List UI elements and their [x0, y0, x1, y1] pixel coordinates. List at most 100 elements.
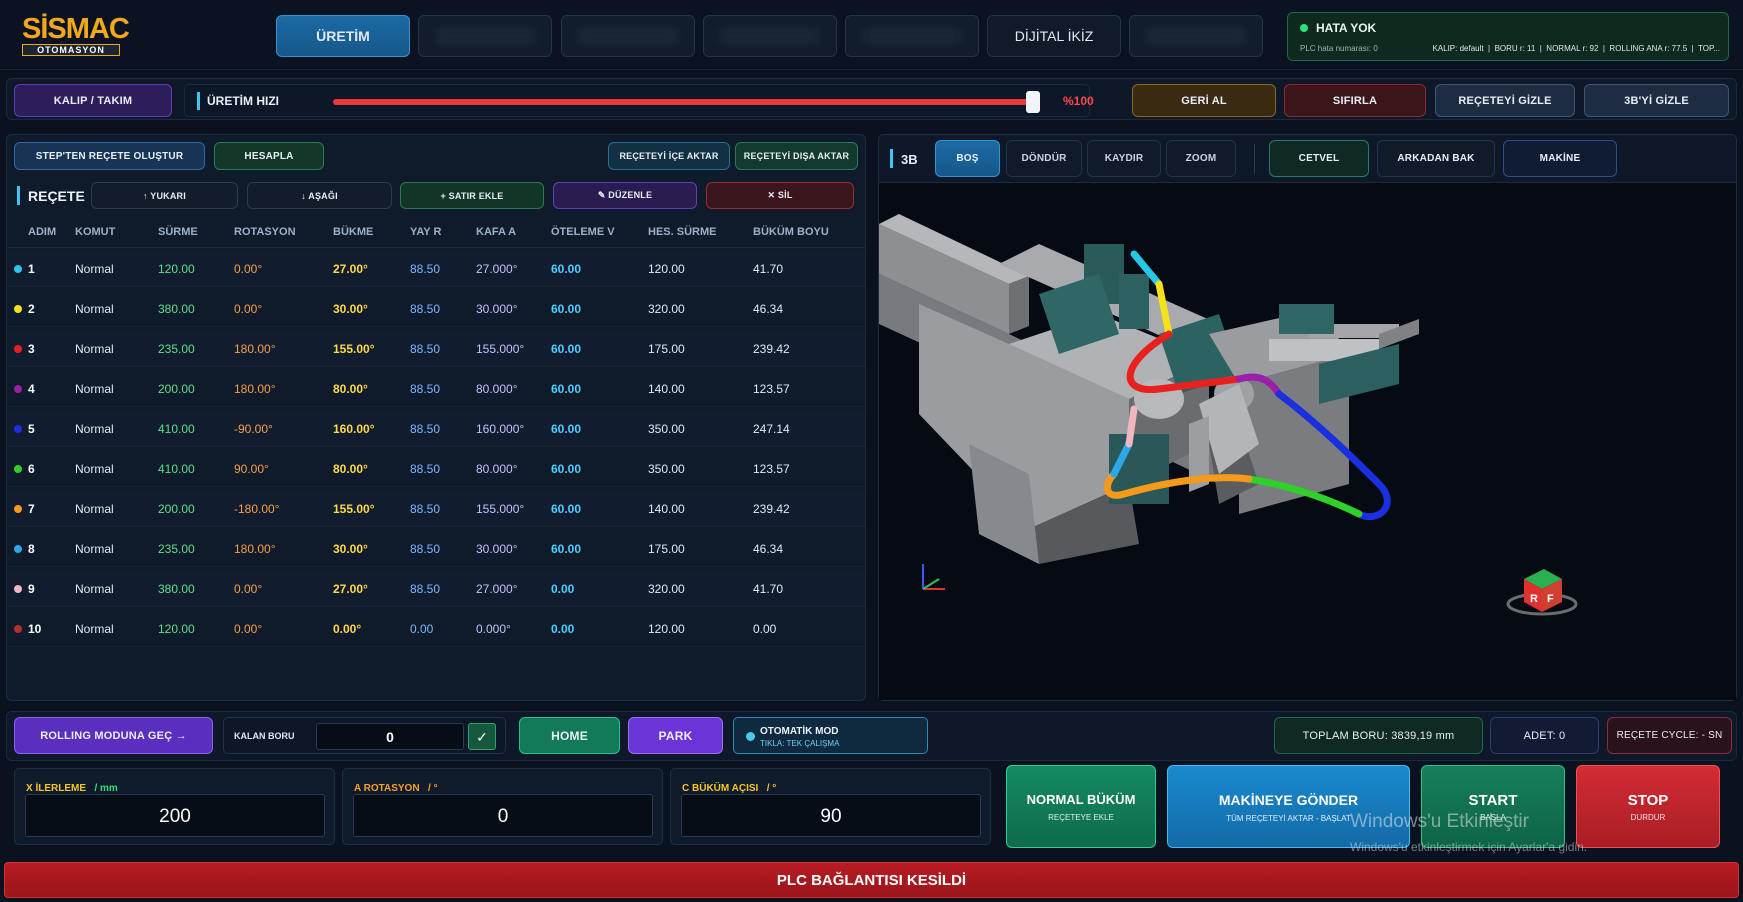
import-recipe-button[interactable]: REÇETEYİ İÇE AKTAR	[608, 142, 730, 170]
cell-cmd: Normal	[75, 382, 114, 396]
send-to-machine-button[interactable]: MAKİNEYE GÖNDER TÜM REÇETEYİ AKTAR - BAŞ…	[1167, 765, 1410, 848]
table-row[interactable]: 9 Normal 380.00 0.00° 27.00° 88.50 27.000° 0.00…	[8, 571, 865, 607]
table-row[interactable]: 8 Normal 235.00 180.00° 30.00° 88.50 30.000° 60…	[8, 531, 865, 567]
speed-slider-track[interactable]	[333, 99, 1036, 105]
x-feed-input[interactable]: 200	[25, 794, 325, 837]
auto-mode-indicator-icon	[746, 732, 755, 741]
stop-sublabel: DURDUR	[1630, 813, 1666, 822]
col-header-head: KAFA A	[476, 226, 517, 238]
move-up-button[interactable]: ↑ YUKARI	[91, 182, 238, 209]
edit-row-button[interactable]: ✎ DÜZENLE	[553, 182, 697, 209]
machine-toggle-button[interactable]: MAKİNE	[1503, 140, 1617, 177]
undo-button[interactable]: GERİ AL	[1132, 84, 1276, 117]
a-rotation-input[interactable]: 0	[353, 794, 653, 837]
cell-cmd: Normal	[75, 342, 114, 356]
remaining-pipe-box: KALAN BORU 0 ✓	[223, 717, 506, 754]
add-row-button[interactable]: + SATIR EKLE	[400, 182, 544, 209]
col-header-shift: ÖTELEME V	[551, 226, 615, 238]
tab-digital-twin-label: DİJİTAL İKİZ	[1014, 28, 1094, 44]
move-down-button[interactable]: ↓ AŞAĞI	[247, 182, 392, 209]
rolling-mode-button[interactable]: ROLLING MODUNA GEÇ →	[14, 717, 213, 754]
speed-slider-handle[interactable]	[1026, 91, 1040, 113]
auto-mode-toggle[interactable]: OTOMATİK MOD TIKLA: TEK ÇALIŞMA	[733, 717, 928, 754]
speed-panel: ÜRETİM HIZI %100	[184, 84, 1094, 117]
cell-r: 88.50	[410, 302, 441, 316]
mold-tool-button[interactable]: KALIP / TAKIM	[14, 84, 172, 117]
count-display: ADET: 0	[1490, 717, 1599, 754]
recipe-title: REÇETE	[28, 188, 85, 204]
normal-bend-button[interactable]: NORMAL BÜKÜM REÇETEYE EKLE	[1006, 765, 1156, 848]
tab-hidden-2[interactable]	[561, 15, 695, 57]
rear-view-button[interactable]: ARKADAN BAK	[1377, 140, 1495, 177]
table-row[interactable]: 10 Normal 120.00 0.00° 0.00° 0.00 0.000° 0.00 12…	[8, 611, 865, 647]
delete-row-button[interactable]: ✕ SİL	[706, 182, 854, 209]
logo-subtext: OTOMASYON	[22, 44, 120, 56]
c-bend-angle-input[interactable]: 90	[681, 794, 981, 837]
table-row[interactable]: 5 Normal 410.00 -90.00° 160.00° 88.50 160.000°…	[8, 411, 865, 447]
cell-r: 88.50	[410, 502, 441, 516]
table-row[interactable]: 4 Normal 200.00 180.00° 80.00° 88.50 80.000° 60…	[8, 371, 865, 407]
stop-button[interactable]: STOP DURDUR	[1576, 765, 1720, 848]
tab-hidden-5[interactable]	[1129, 15, 1263, 57]
table-row[interactable]: 6 Normal 410.00 90.00° 80.00° 88.50 80.000° 60.…	[8, 451, 865, 487]
cell-shift: 0.00	[551, 622, 575, 636]
confirm-remaining-button[interactable]: ✓	[468, 723, 496, 750]
mode-rotate-button[interactable]: DÖNDÜR	[1006, 140, 1082, 177]
cell-push: 120.00	[158, 262, 195, 276]
normal-bend-label: NORMAL BÜKÜM	[1026, 792, 1136, 807]
export-recipe-button[interactable]: REÇETEYİ DIŞA AKTAR	[735, 142, 858, 170]
calculate-button[interactable]: HESAPLA	[214, 142, 324, 170]
3d-viewport[interactable]: R F	[879, 184, 1736, 700]
cell-cmd: Normal	[75, 542, 114, 556]
col-header-bend-length: BÜKÜM BOYU	[753, 226, 829, 238]
cell-push: 380.00	[158, 302, 195, 316]
mode-zoom-button[interactable]: ZOOM	[1166, 140, 1236, 177]
table-row[interactable]: 2 Normal 380.00 0.00° 30.00° 88.50 30.000° 60.0…	[8, 291, 865, 327]
cell-bend: 27.00°	[333, 262, 368, 276]
cell-head: 30.000°	[476, 302, 518, 316]
col-header-step: ADIM	[28, 226, 57, 238]
cell-shift: 0.00	[551, 582, 575, 596]
mode-idle-button[interactable]: BOŞ	[935, 140, 1000, 177]
redacted-label	[862, 27, 962, 45]
cell-cmd: Normal	[75, 462, 114, 476]
cell-len: 46.34	[753, 302, 784, 316]
mode-pan-button[interactable]: KAYDIR	[1087, 140, 1161, 177]
home-button[interactable]: HOME	[519, 717, 620, 754]
cell-step: 2	[28, 302, 35, 316]
cell-len: 247.14	[753, 422, 790, 436]
start-button[interactable]: START BAŞLA	[1421, 765, 1565, 848]
table-row[interactable]: 3 Normal 235.00 180.00° 155.00° 88.50 155.000°…	[8, 331, 865, 367]
col-header-radius: YAY R	[410, 226, 442, 238]
create-from-step-button[interactable]: STEP'TEN REÇETE OLUŞTUR	[14, 142, 205, 170]
recipe-title-accent	[17, 186, 20, 205]
remaining-pipe-input[interactable]: 0	[316, 723, 464, 750]
tab-digital-twin[interactable]: DİJİTAL İKİZ	[987, 15, 1121, 57]
cell-step: 6	[28, 462, 35, 476]
cell-rot: 0.00°	[234, 262, 263, 276]
hide-3d-button[interactable]: 3B'Yİ GİZLE	[1584, 84, 1729, 117]
status-title: HATA YOK	[1316, 21, 1377, 35]
cell-bend: 80.00°	[333, 462, 368, 476]
status-ok-icon	[1300, 24, 1308, 32]
ruler-button[interactable]: CETVEL	[1269, 140, 1369, 177]
cell-head: 160.000°	[476, 422, 525, 436]
table-row[interactable]: 1 Normal 120.00 0.00° 27.00° 88.50 27.000° 60.0…	[8, 251, 865, 287]
c-bend-angle-label: C BÜKÜM AÇISI	[682, 783, 759, 794]
hide-recipe-button[interactable]: REÇETEYİ GİZLE	[1435, 84, 1575, 117]
park-button[interactable]: PARK	[628, 717, 723, 754]
cell-r: 88.50	[410, 382, 441, 396]
cell-r: 88.50	[410, 422, 441, 436]
cell-calc: 350.00	[648, 422, 685, 436]
reset-button[interactable]: SIFIRLA	[1284, 84, 1426, 117]
tab-hidden-1[interactable]	[418, 15, 552, 57]
cell-step: 5	[28, 422, 35, 436]
cell-shift: 60.00	[551, 302, 582, 316]
tab-production[interactable]: ÜRETİM	[276, 15, 410, 57]
tab-hidden-3[interactable]	[703, 15, 837, 57]
cell-len: 123.57	[753, 382, 790, 396]
tab-hidden-4[interactable]	[845, 15, 979, 57]
cell-step: 8	[28, 542, 35, 556]
col-header-command: KOMUT	[75, 226, 116, 238]
table-row[interactable]: 7 Normal 200.00 -180.00° 155.00° 88.50 155.000…	[8, 491, 865, 527]
